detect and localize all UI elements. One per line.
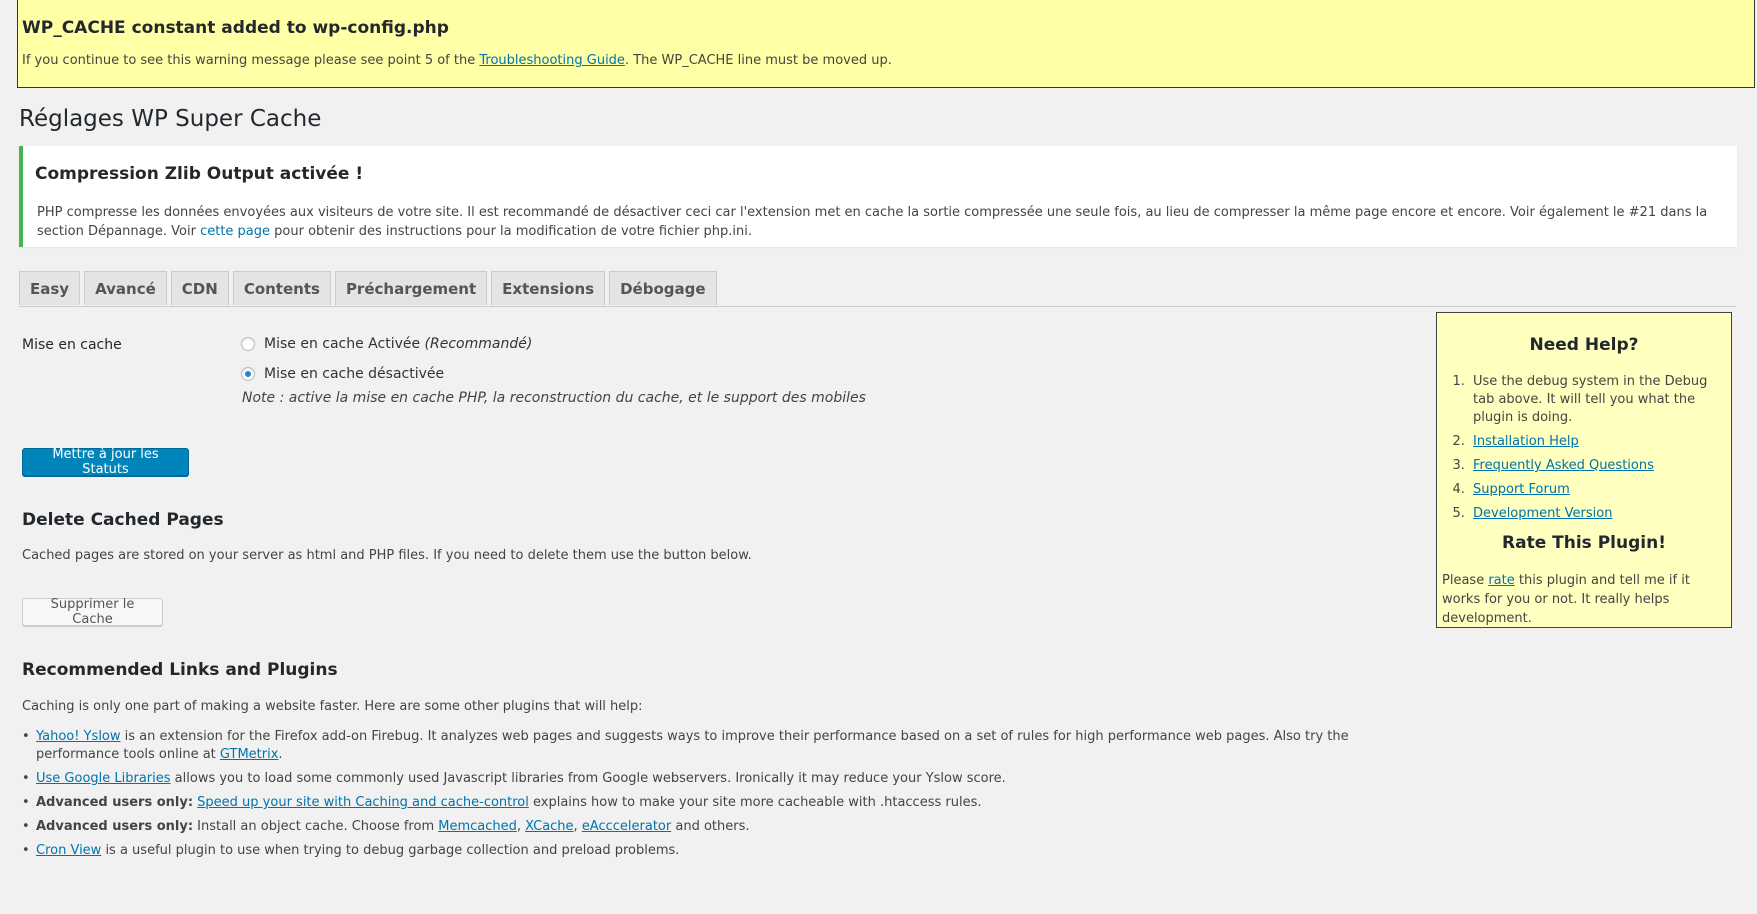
support-forum-link[interactable]: Support Forum: [1473, 482, 1570, 497]
list-item: Cron View is a useful plugin to use when…: [22, 842, 1422, 860]
recommended-intro: Caching is only one part of making a web…: [22, 699, 643, 714]
warning-text-after: . The WP_CACHE line must be moved up.: [624, 53, 892, 68]
caching-on-hint: (Recommandé): [424, 336, 533, 352]
help-list: Use the debug system in the Debug tab ab…: [1437, 373, 1731, 523]
page-title: Réglages WP Super Cache: [19, 106, 322, 132]
notice-text-after: pour obtenir des instructions pour la mo…: [270, 224, 753, 239]
settings-tabs: Easy Avancé CDN Contents Préchargement E…: [19, 270, 1736, 307]
rate-plugin-title: Rate This Plugin!: [1502, 533, 1666, 553]
caching-on-radio[interactable]: [241, 337, 255, 351]
cron-view-text: is a useful plugin to use when trying to…: [101, 843, 680, 858]
separator: ,: [573, 819, 582, 834]
speed-up-link[interactable]: Speed up your site with Caching and cach…: [197, 795, 529, 810]
delete-cache-heading: Delete Cached Pages: [22, 510, 224, 530]
list-item: Advanced users only: Install an object c…: [22, 818, 1422, 836]
list-item: Yahoo! Yslow is an extension for the Fir…: [22, 728, 1422, 764]
faq-link[interactable]: Frequently Asked Questions: [1473, 458, 1654, 473]
tab-debogage[interactable]: Débogage: [609, 271, 717, 305]
tab-contents[interactable]: Contents: [232, 271, 331, 305]
troubleshooting-guide-link[interactable]: Troubleshooting Guide: [479, 53, 625, 68]
help-item-debug: Use the debug system in the Debug tab ab…: [1469, 373, 1719, 427]
caching-off-label: Mise en cache désactivée: [264, 366, 445, 382]
cette-page-link[interactable]: cette page: [200, 224, 270, 239]
delete-cache-text: Cached pages are stored on your server a…: [22, 548, 752, 563]
help-item-installation: Installation Help: [1469, 433, 1719, 451]
xcache-link[interactable]: XCache: [525, 819, 573, 834]
rate-link[interactable]: rate: [1488, 573, 1514, 588]
cron-view-link[interactable]: Cron View: [36, 843, 101, 858]
caching-on-option[interactable]: Mise en cache Activée (Recommandé): [241, 336, 532, 352]
recommended-list: Yahoo! Yslow is an extension for the Fir…: [22, 728, 1422, 866]
tab-extensions[interactable]: Extensions: [491, 271, 606, 305]
warning-text-before: If you continue to see this warning mess…: [22, 53, 480, 68]
tab-easy[interactable]: Easy: [19, 271, 81, 305]
help-item-faq: Frequently Asked Questions: [1469, 457, 1719, 475]
separator: ,: [516, 819, 526, 834]
list-item: Advanced users only: Speed up your site …: [22, 794, 1422, 812]
tab-prechargement[interactable]: Préchargement: [334, 271, 488, 305]
tab-cdn[interactable]: CDN: [170, 271, 229, 305]
gtmetrix-link[interactable]: GTMetrix: [220, 747, 279, 762]
warning-title: WP_CACHE constant added to wp-config.php: [22, 18, 449, 38]
yslow-link[interactable]: Yahoo! Yslow: [36, 729, 121, 744]
caching-off-radio[interactable]: [241, 367, 255, 381]
recommended-heading: Recommended Links and Plugins: [22, 660, 338, 680]
caching-off-option[interactable]: Mise en cache désactivée: [241, 366, 444, 382]
zlib-notice: Compression Zlib Output activée ! PHP co…: [19, 146, 1737, 247]
eaccelerator-link[interactable]: eAcccelerator: [582, 819, 671, 834]
google-libraries-text: allows you to load some commonly used Ja…: [170, 771, 1006, 786]
caching-on-text: Mise en cache Activée (Recommandé): [264, 336, 532, 352]
help-title: Need Help?: [1529, 335, 1639, 355]
memcached-link[interactable]: Memcached: [438, 819, 517, 834]
object-cache-text-end: and others.: [671, 819, 750, 834]
development-version-link[interactable]: Development Version: [1473, 506, 1612, 521]
caching-on-label: Mise en cache Activée: [264, 336, 421, 352]
help-item-dev: Development Version: [1469, 505, 1719, 523]
update-status-button[interactable]: Mettre à jour les Statuts: [22, 447, 189, 477]
rate-text-before: Please: [1442, 573, 1489, 588]
delete-cache-button[interactable]: Supprimer le Cache: [22, 597, 163, 627]
installation-help-link[interactable]: Installation Help: [1473, 434, 1579, 449]
object-cache-text: Install an object cache. Choose from: [193, 819, 439, 834]
tab-avance[interactable]: Avancé: [84, 271, 167, 305]
rate-plugin-text: Please rate this plugin and tell me if i…: [1442, 571, 1721, 628]
help-sidebar-box: Need Help? Use the debug system in the D…: [1436, 312, 1732, 628]
notice-title: Compression Zlib Output activée !: [35, 164, 364, 184]
caching-label: Mise en cache: [22, 337, 122, 353]
help-item-forum: Support Forum: [1469, 481, 1719, 499]
notice-text: PHP compresse les données envoyées aux v…: [37, 203, 1725, 241]
google-libraries-link[interactable]: Use Google Libraries: [36, 771, 171, 786]
list-item: Use Google Libraries allows you to load …: [22, 770, 1422, 788]
caching-note: Note : active la mise en cache PHP, la r…: [242, 390, 866, 406]
warning-box: WP_CACHE constant added to wp-config.php…: [17, 0, 1755, 88]
speed-up-text: explains how to make your site more cach…: [528, 795, 982, 810]
yslow-text-end: .: [278, 747, 283, 762]
warning-text: If you continue to see this warning mess…: [22, 53, 1752, 68]
advanced-label: Advanced users only:: [36, 795, 194, 810]
advanced-label: Advanced users only:: [36, 819, 194, 834]
